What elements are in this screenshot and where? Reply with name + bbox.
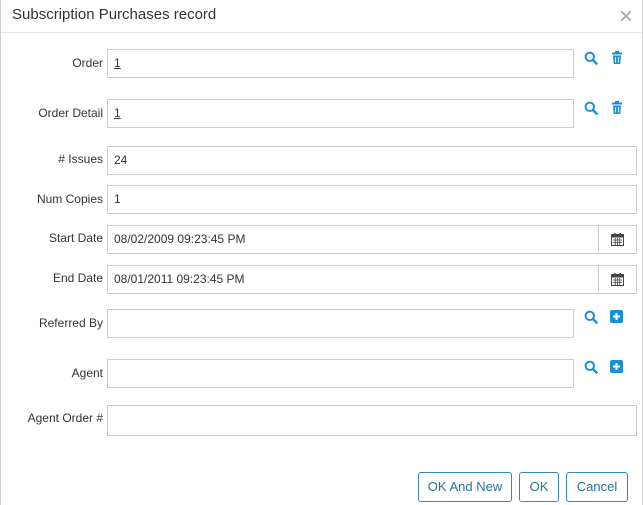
plus-square-icon[interactable] [610,360,624,374]
order-detail-value[interactable]: 1 [114,106,121,120]
cancel-button[interactable]: Cancel [566,472,628,502]
num-copies-field[interactable]: 1 [107,185,637,214]
agent-label: Agent [71,366,103,380]
agent-order-label: Agent Order # [27,411,103,425]
order-detail-field[interactable]: 1 [107,99,574,128]
order-value[interactable]: 1 [114,56,121,70]
search-icon[interactable] [584,310,598,324]
num-copies-value[interactable]: 1 [114,192,121,206]
ok-and-new-button[interactable]: OK And New [418,472,512,502]
end-date-label: End Date [52,271,103,285]
agent-field[interactable] [107,359,574,388]
order-field[interactable]: 1 [107,49,574,78]
referred-by-label: Referred By [38,316,103,330]
end-date-field[interactable]: 08/01/2011 09:23:45 PM [107,265,637,294]
start-date-value[interactable]: 08/02/2009 09:23:45 PM [114,232,245,246]
referred-by-field[interactable] [107,309,574,338]
issues-value[interactable]: 24 [114,153,127,167]
start-date-field[interactable]: 08/02/2009 09:23:45 PM [107,225,637,254]
order-label: Order [72,56,103,70]
dialog-title: Subscription Purchases record [12,6,217,23]
search-icon[interactable] [584,51,598,65]
search-icon[interactable] [584,101,598,115]
dialog-titlebar: Subscription Purchases record [1,0,642,33]
search-icon[interactable] [584,360,598,374]
ok-button[interactable]: OK [519,472,559,502]
issues-field[interactable]: 24 [107,146,637,175]
plus-square-icon[interactable] [610,310,624,324]
issues-label: # Issues [58,152,103,166]
calendar-icon[interactable] [598,226,636,253]
num-copies-label: Num Copies [36,192,103,206]
dialog: Subscription Purchases record Order 1 Or… [0,0,643,505]
trash-icon[interactable] [611,51,625,65]
order-detail-label: Order Detail [38,106,103,120]
calendar-icon[interactable] [598,266,636,293]
end-date-value[interactable]: 08/01/2011 09:23:45 PM [114,272,245,286]
close-icon[interactable] [620,9,632,22]
start-date-label: Start Date [48,231,103,245]
trash-icon[interactable] [611,101,625,115]
agent-order-field[interactable] [107,405,637,436]
